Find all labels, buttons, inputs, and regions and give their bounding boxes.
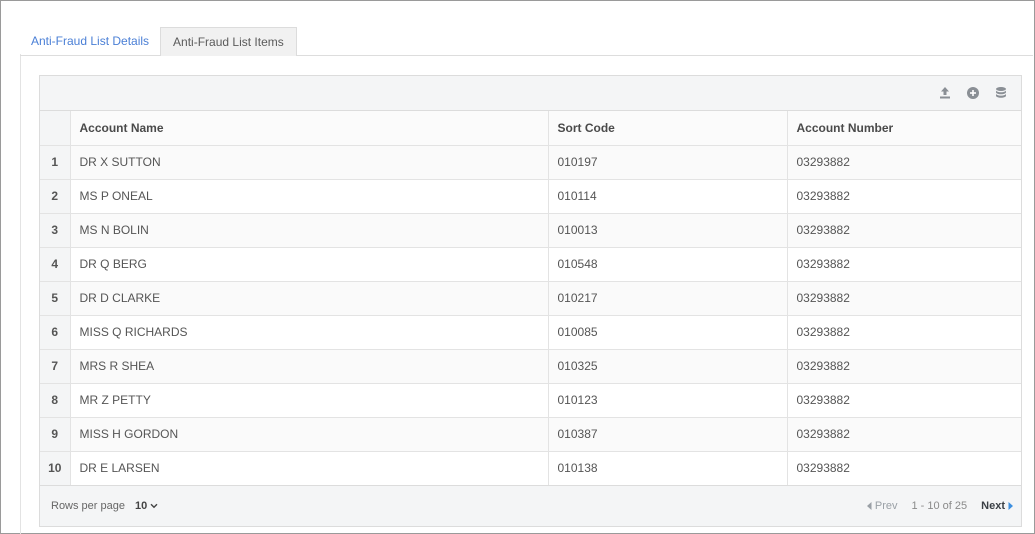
row-index: 10: [40, 451, 71, 486]
tab-anti-fraud-list-details[interactable]: Anti-Fraud List Details: [20, 27, 160, 55]
pagination: Prev 1 - 10 of 25 Next: [866, 500, 1013, 512]
table-row[interactable]: 3 MS N BOLIN 010013 03293882: [40, 213, 1021, 248]
table-header-row: Account Name Sort Code Account Number: [40, 111, 1021, 146]
cell-account-name: MS N BOLIN: [70, 213, 549, 248]
rows-per-page-select[interactable]: 10: [135, 500, 158, 512]
next-label: Next: [981, 500, 1005, 512]
table-row[interactable]: 6 MISS Q RICHARDS 010085 03293882: [40, 315, 1021, 350]
tab-anti-fraud-list-items[interactable]: Anti-Fraud List Items: [160, 27, 297, 56]
data-grid: Account Name Sort Code Account Number 1 …: [39, 75, 1022, 527]
cell-account-number: 03293882: [787, 145, 1021, 180]
cell-sort-code: 010325: [548, 349, 788, 384]
add-circle-icon[interactable]: [959, 79, 987, 107]
table-row[interactable]: 9 MISS H GORDON 010387 03293882: [40, 417, 1021, 452]
cell-account-number: 03293882: [787, 383, 1021, 418]
table-row[interactable]: 7 MRS R SHEA 010325 03293882: [40, 349, 1021, 384]
panel-edge: [20, 54, 21, 534]
row-index: 9: [40, 417, 71, 452]
row-index-header: [40, 111, 71, 146]
column-header-sort-code[interactable]: Sort Code: [548, 111, 788, 146]
cell-account-name: MISS H GORDON: [70, 417, 549, 452]
cell-sort-code: 010197: [548, 145, 788, 180]
tab-bar: Anti-Fraud List Details Anti-Fraud List …: [20, 26, 1033, 56]
column-header-account-name[interactable]: Account Name: [70, 111, 549, 146]
rows-per-page-label: Rows per page: [51, 500, 125, 512]
prev-page-button[interactable]: Prev: [866, 500, 898, 512]
rows-per-page-value: 10: [135, 500, 148, 512]
cell-sort-code: 010548: [548, 247, 788, 282]
row-index: 3: [40, 213, 71, 248]
row-index: 4: [40, 247, 71, 282]
cell-account-number: 03293882: [787, 349, 1021, 384]
cell-sort-code: 010123: [548, 383, 788, 418]
table-row[interactable]: 10 DR E LARSEN 010138 03293882: [40, 451, 1021, 486]
account-table: Account Name Sort Code Account Number 1 …: [40, 111, 1021, 486]
table-row[interactable]: 5 DR D CLARKE 010217 03293882: [40, 281, 1021, 316]
cell-account-name: MISS Q RICHARDS: [70, 315, 549, 350]
cell-account-name: MS P ONEAL: [70, 179, 549, 214]
row-index: 6: [40, 315, 71, 350]
cell-account-number: 03293882: [787, 315, 1021, 350]
table-row[interactable]: 4 DR Q BERG 010548 03293882: [40, 247, 1021, 282]
cell-account-number: 03293882: [787, 179, 1021, 214]
row-index: 2: [40, 179, 71, 214]
table-row[interactable]: 2 MS P ONEAL 010114 03293882: [40, 179, 1021, 214]
cell-account-number: 03293882: [787, 417, 1021, 452]
upload-icon[interactable]: [931, 79, 959, 107]
cell-sort-code: 010217: [548, 281, 788, 316]
cell-account-name: DR X SUTTON: [70, 145, 549, 180]
grid-footer: Rows per page 10 Prev 1 - 10 of 25 Next: [40, 485, 1021, 526]
prev-label: Prev: [874, 500, 898, 512]
row-index: 8: [40, 383, 71, 418]
next-page-button[interactable]: Next: [981, 500, 1013, 512]
caret-left-icon: [866, 502, 872, 510]
cell-account-number: 03293882: [787, 213, 1021, 248]
cell-account-name: MRS R SHEA: [70, 349, 549, 384]
cell-sort-code: 010387: [548, 417, 788, 452]
cell-account-number: 03293882: [787, 247, 1021, 282]
cell-account-number: 03293882: [787, 451, 1021, 486]
column-header-account-number[interactable]: Account Number: [787, 111, 1021, 146]
database-icon[interactable]: [987, 79, 1015, 107]
cell-sort-code: 010013: [548, 213, 788, 248]
table-row[interactable]: 8 MR Z PETTY 010123 03293882: [40, 383, 1021, 418]
row-index: 7: [40, 349, 71, 384]
table-row[interactable]: 1 DR X SUTTON 010197 03293882: [40, 145, 1021, 180]
page-range: 1 - 10 of 25: [911, 500, 968, 512]
cell-account-name: DR E LARSEN: [70, 451, 549, 486]
row-index: 1: [40, 145, 71, 180]
cell-account-name: DR D CLARKE: [70, 281, 549, 316]
caret-right-icon: [1008, 502, 1013, 510]
row-index: 5: [40, 281, 71, 316]
cell-sort-code: 010085: [548, 315, 788, 350]
cell-account-number: 03293882: [787, 281, 1021, 316]
grid-toolbar: [40, 76, 1021, 111]
cell-sort-code: 010114: [548, 179, 788, 214]
cell-account-name: DR Q BERG: [70, 247, 549, 282]
cell-sort-code: 010138: [548, 451, 788, 486]
cell-account-name: MR Z PETTY: [70, 383, 549, 418]
chevron-down-icon: [150, 503, 158, 509]
